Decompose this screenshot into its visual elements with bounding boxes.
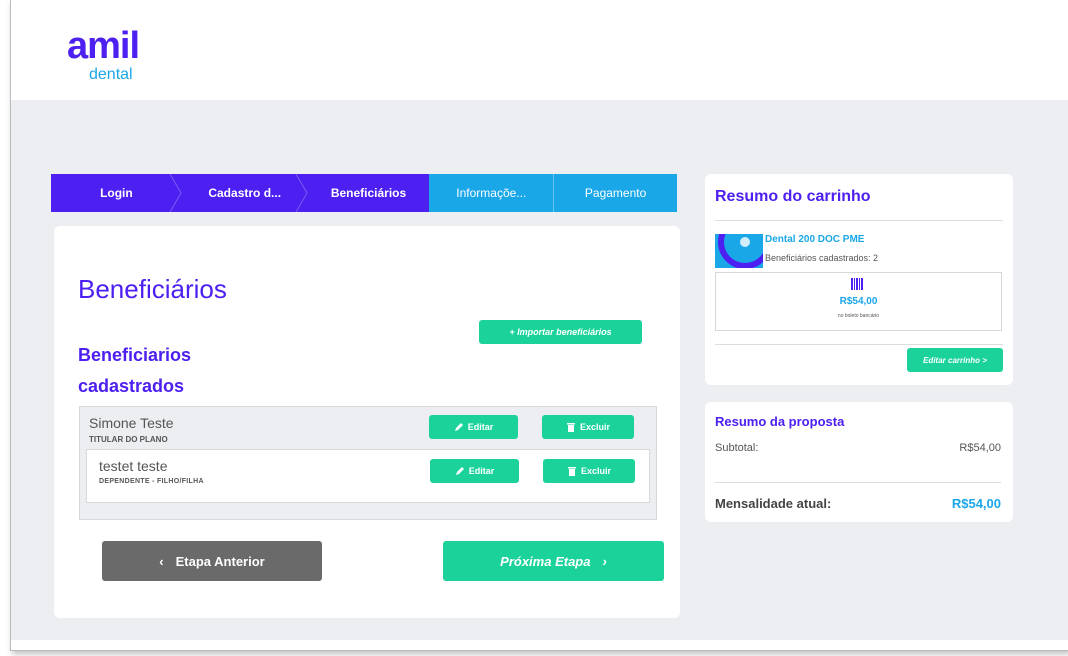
step-informacoes[interactable]: Informaçõe... [429,174,555,212]
step-login[interactable]: Login [51,174,182,212]
cart-summary-card: Resumo do carrinho Dental 200 DOC PME Be… [705,174,1013,385]
delete-dependent-button[interactable]: Excluir [543,459,635,483]
step-label: Informaçõe... [456,186,527,200]
trash-icon [567,467,576,476]
dependent-role: DEPENDENTE - FILHO/FILHA [99,478,204,485]
logo-text-dental: dental [89,66,133,83]
import-beneficiaries-button[interactable]: + Importar beneficiários [479,320,642,344]
dependent-row: testet teste DEPENDENTE - FILHO/FILHA Ed… [86,449,650,503]
product-image [715,234,763,268]
step-label: Login [100,186,133,200]
product-name: Dental 200 DOC PME [765,234,865,245]
dependent-name: testet teste [99,458,168,474]
total-value: R$54,00 [951,496,1001,511]
beneficiaries-card: Beneficiários Beneficiarios cadastrados … [54,226,680,618]
step-beneficiarios[interactable]: Beneficiários [307,174,430,212]
edit-cart-button[interactable]: Editar carrinho > [907,348,1003,372]
step-pagamento[interactable]: Pagamento [554,174,677,212]
cart-title: Resumo do carrinho [715,188,871,205]
trash-icon [566,423,575,432]
header: amil dental [11,0,1068,100]
chevron-right-icon: › [602,553,607,569]
chevron-left-icon: ‹ [159,553,164,569]
button-label: Próxima Etapa [500,553,591,569]
divider [715,220,1003,221]
previous-step-button[interactable]: ‹ Etapa Anterior [102,541,322,581]
delete-holder-button[interactable]: Excluir [542,415,634,439]
button-label: Etapa Anterior [175,553,265,569]
step-separator-icon [295,174,308,212]
payment-note: no boleto bancário [837,313,880,319]
amil-dental-logo[interactable]: amil dental [67,24,177,94]
button-label: Editar [467,422,494,432]
step-cadastro[interactable]: Cadastro d... [181,174,308,212]
subtotal-row: Subtotal: R$54,00 [715,442,1001,454]
step-label: Pagamento [584,186,647,200]
pencil-icon [455,467,464,475]
proposal-summary-card: Resumo da proposta Subtotal: R$54,00 Men… [705,402,1013,522]
button-label: Excluir [580,466,611,476]
total-row: Mensalidade atual: R$54,00 [715,496,1001,511]
barcode-icon [851,278,863,290]
divider [715,482,1001,483]
holder-name: Simone Teste [89,415,174,431]
edit-holder-button[interactable]: Editar [429,415,518,439]
total-label: Mensalidade atual: [715,496,832,511]
tooth-plan-icon [718,234,763,268]
next-step-button[interactable]: Próxima Etapa › [443,541,664,581]
beneficiary-count: Beneficiários cadastrados: 2 [765,253,879,263]
beneficiary-list: Simone Teste TITULAR DO PLANO Editar Exc… [79,406,657,520]
button-label: Editar [468,466,495,476]
price-box: R$54,00 no boleto bancário [715,272,1002,331]
proposal-title: Resumo da proposta [715,414,845,429]
section-title: Beneficiarios cadastrados [78,345,192,396]
step-separator-icon [169,174,182,212]
step-label: Beneficiários [330,186,407,200]
checkout-stepper: Login Cadastro d... Beneficiários Inform… [51,174,677,212]
pencil-icon [454,423,463,431]
subtotal-label: Subtotal: [715,442,759,454]
logo-text-amil: amil [67,25,140,67]
step-label: Cadastro d... [208,186,282,200]
divider [715,344,1003,345]
app-window: amil dental Login Cadastro d... Benefici… [10,0,1068,651]
page-title: Beneficiários [78,274,227,304]
price-value: R$54,00 [839,296,878,307]
button-label: Excluir [579,422,610,432]
subtotal-value: R$54,00 [959,442,1001,454]
holder-role: TITULAR DO PLANO [89,435,168,444]
edit-dependent-button[interactable]: Editar [430,459,519,483]
